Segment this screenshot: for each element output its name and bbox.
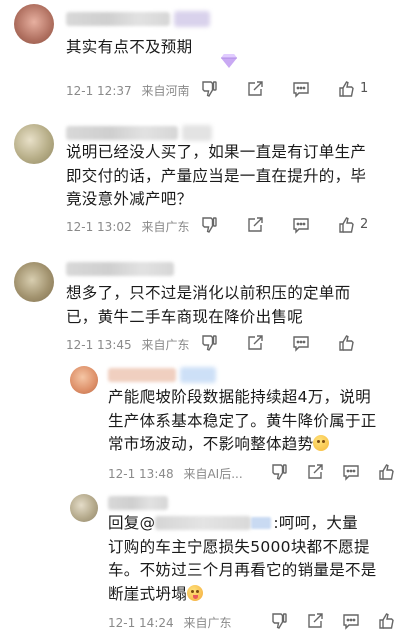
comment-meta: 12-1 13:02 来自广东 [66,218,189,235]
comment-icon[interactable] [342,612,360,630]
reply-location: 来自广东 [183,616,232,630]
like-icon[interactable] [378,463,396,481]
comment-icon-glyph [343,465,359,481]
dislike-icon[interactable] [200,216,218,234]
like-icon-glyph [339,81,354,97]
comment-time: 12-1 12:37 [66,84,132,98]
dislike-icon-glyph [272,464,287,480]
tongue-emoji [187,584,204,601]
share-icon-glyph [248,335,263,350]
dislike-icon[interactable] [270,463,288,481]
share-icon[interactable] [246,216,264,234]
comment-location: 来自广东 [141,338,190,352]
reply-text: 回复@:呵呵，大量 订购的车主宁愿损失5000块都不愿提 车。不妨过三个月再看它… [108,514,377,603]
like-icon[interactable] [378,612,396,630]
comment-meta: 12-1 12:37 来自河南 [66,82,189,99]
smile-emoji [313,435,330,451]
dislike-icon[interactable] [200,80,218,98]
like-icon-glyph [379,464,394,480]
share-icon-glyph [308,464,323,479]
avatar[interactable] [70,366,98,394]
reply-location: 来自AI后... [183,467,243,481]
reply-time: 12-1 13:48 [108,467,174,481]
share-icon[interactable] [246,334,264,352]
like-count: 2 [360,217,369,232]
comment-time: 12-1 13:45 [66,338,132,352]
comment-text: 想多了，只不过是消化以前积压的定单而 已，黄牛二手车商现在降价出售呢 [66,284,351,326]
like-icon-glyph [339,217,354,233]
comment-text: 其实有点不及预期 [66,38,193,56]
comment-location: 来自广东 [141,220,190,234]
like-icon[interactable] [338,216,356,234]
mention-badge-blurred [251,517,272,529]
share-icon-glyph [308,613,323,628]
comment-icon[interactable] [342,463,360,481]
dislike-icon[interactable] [200,334,218,352]
comment-icon[interactable] [292,334,310,352]
user-badge-blurred [180,367,216,383]
dislike-icon-glyph [202,217,217,233]
dislike-icon-glyph [202,81,217,97]
comment-location: 来自河南 [141,84,190,98]
comment-time: 12-1 13:02 [66,220,132,234]
share-icon[interactable] [306,612,324,630]
reply-meta: 12-1 13:48 来自AI后... [108,465,243,482]
comment-icon-glyph [293,336,309,352]
username-blurred[interactable] [108,368,176,382]
comment-text: 说明已经没人买了，如果一直是有订单生产 即交付的话，产量应当是一直在提升的，毕 … [66,143,367,208]
avatar[interactable] [14,4,54,44]
user-badge-blurred [182,125,212,141]
reply-time: 12-1 14:24 [108,616,174,630]
like-icon[interactable] [338,334,356,352]
share-icon[interactable] [246,80,264,98]
user-badge-blurred [174,11,210,27]
like-icon[interactable] [338,80,356,98]
like-icon-glyph [339,335,354,351]
username-blurred[interactable] [66,262,174,276]
share-icon-glyph [248,217,263,232]
reply-meta: 12-1 14:24 来自广东 [108,614,231,631]
like-icon-glyph [379,613,394,629]
dislike-icon-glyph [202,335,217,351]
comment-icon[interactable] [292,80,310,98]
gem-icon [220,53,238,69]
like-count: 1 [360,81,369,96]
dislike-icon-glyph [272,613,287,629]
avatar[interactable] [14,124,54,164]
reply-text: 产能爬坡阶段数据能持续超4万，说明 生产体系基本稳定了。黄牛降价属于正 常市场波… [108,388,377,453]
username-blurred[interactable] [66,12,170,26]
comment-icon-glyph [343,614,359,630]
dislike-icon[interactable] [270,612,288,630]
avatar[interactable] [70,494,98,522]
username-blurred[interactable] [108,496,168,510]
comment-icon[interactable] [292,216,310,234]
share-icon[interactable] [306,463,324,481]
avatar[interactable] [14,262,54,302]
mention-user-blurred[interactable] [155,516,252,530]
comment-icon-glyph [293,82,309,98]
username-blurred[interactable] [66,126,178,140]
share-icon-glyph [248,81,263,96]
comment-icon-glyph [293,218,309,234]
comment-meta: 12-1 13:45 来自广东 [66,336,189,353]
